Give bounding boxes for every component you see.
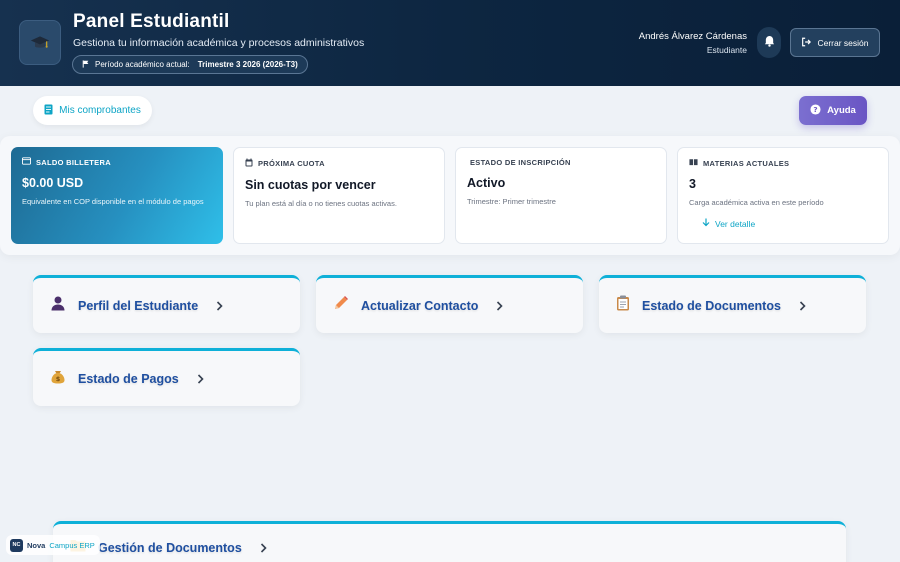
summary-stats-panel: SALDO BILLETERA $0.00 USD Equivalente en… [0, 136, 900, 255]
wallet-balance-card: SALDO BILLETERA $0.00 USD Equivalente en… [11, 147, 223, 244]
stat-value: Activo [467, 176, 506, 190]
period-label: Período académico actual: [95, 60, 190, 69]
graduation-cap-icon [19, 20, 61, 65]
pencil-icon [333, 295, 349, 316]
brand-name-primary: Nova [27, 540, 46, 550]
module-document-management[interactable]: Gestión de Documentos [53, 521, 846, 562]
stat-description: Trimestre: Primer trimestre [467, 197, 556, 206]
module-student-profile[interactable]: Perfil del Estudiante [33, 275, 300, 333]
stat-value: $0.00 USD [22, 176, 84, 190]
svg-text:?: ? [814, 105, 818, 114]
chevron-right-icon [799, 300, 806, 311]
user-name: Andrés Álvarez Cárdenas [638, 31, 747, 42]
my-receipts-button[interactable]: Mis comprobantes [33, 96, 152, 125]
brand-name-secondary: Campus ERP [49, 540, 95, 550]
chevron-right-icon [260, 542, 267, 553]
page-subtitle: Gestiona tu información académica y proc… [73, 37, 365, 49]
see-detail-label: Ver detalle [715, 218, 756, 229]
module-title: Gestión de Documentos [98, 540, 242, 555]
user-role: Estudiante [706, 45, 747, 55]
stat-label: ESTADO DE INSCRIPCIÓN [470, 158, 571, 167]
brand-badge: NC [10, 538, 23, 552]
calendar-icon [245, 158, 253, 169]
module-document-status[interactable]: Estado de Documentos [599, 275, 866, 333]
my-receipts-label: Mis comprobantes [59, 105, 141, 116]
page-header: Panel Estudiantil Gestiona tu informació… [0, 0, 900, 86]
bell-icon [764, 34, 775, 52]
period-value: Trimestre 3 2026 (2026-T3) [197, 60, 298, 69]
receipt-icon [44, 104, 53, 118]
money-bag-icon: $ [50, 368, 66, 389]
student-icon [50, 295, 66, 316]
logout-icon [801, 37, 812, 49]
brand-logo: NC Nova Campus ERP [6, 535, 100, 555]
chevron-right-icon [197, 373, 204, 384]
help-label: Ayuda [827, 105, 856, 116]
flag-icon [82, 59, 90, 70]
stat-description: Tu plan está al día o no tienes cuotas a… [245, 199, 397, 208]
academic-period-badge: Período académico actual: Trimestre 3 20… [72, 55, 308, 74]
stat-description: Carga académica activa en este período [689, 198, 824, 207]
stat-label: MATERIAS ACTUALES [703, 158, 790, 168]
logout-button[interactable]: Cerrar sesión [790, 28, 880, 57]
stat-description: Equivalente en COP disponible en el módu… [22, 197, 204, 206]
arrow-down-icon [702, 218, 710, 229]
module-title: Estado de Pagos [78, 371, 179, 386]
chevron-right-icon [216, 300, 223, 311]
chevron-right-icon [496, 300, 504, 311]
module-title: Actualizar Contacto [361, 298, 479, 313]
stat-label: SALDO BILLETERA [36, 157, 111, 167]
wallet-icon [22, 157, 31, 167]
stat-label: PRÓXIMA CUOTA [258, 159, 325, 168]
see-detail-link[interactable]: Ver detalle [702, 218, 877, 229]
current-subjects-card: MATERIAS ACTUALES 3 Carga académica acti… [677, 147, 889, 244]
module-title: Perfil del Estudiante [78, 298, 199, 313]
module-title: Estado de Documentos [642, 298, 781, 313]
clipboard-icon [616, 295, 630, 316]
question-circle-icon: ? [810, 103, 821, 118]
notifications-button[interactable] [757, 27, 781, 58]
book-icon [689, 158, 698, 168]
stat-value: Sin cuotas por vencer [245, 178, 376, 192]
stat-value: 3 [689, 177, 696, 191]
module-update-contact[interactable]: Actualizar Contacto [316, 275, 583, 333]
logout-label: Cerrar sesión [817, 37, 869, 48]
page-title: Panel Estudiantil [73, 11, 230, 32]
help-button[interactable]: ? Ayuda [799, 96, 867, 125]
module-payment-status[interactable]: $ Estado de Pagos [33, 348, 300, 406]
enrollment-status-card: ESTADO DE INSCRIPCIÓN Activo Trimestre: … [455, 147, 667, 244]
svg-text:$: $ [56, 375, 61, 383]
next-installment-card: PRÓXIMA CUOTA Sin cuotas por vencer Tu p… [233, 147, 445, 244]
